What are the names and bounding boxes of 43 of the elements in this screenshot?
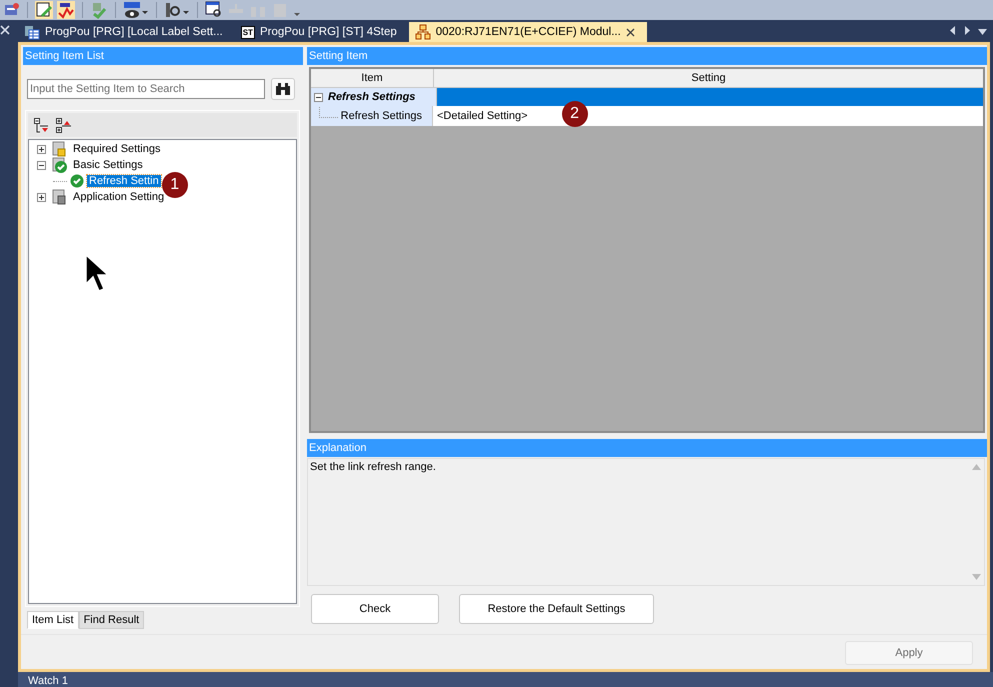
tree-item[interactable]: Refresh Settin [87,175,161,187]
expander-icon[interactable] [37,144,46,154]
expand-all-icon[interactable] [56,118,72,134]
window-search-icon[interactable] [205,1,223,19]
group-label: Refresh Settings [328,91,416,103]
panel-tab[interactable]: Find Result [78,611,144,629]
dropdown-icon[interactable] [978,29,987,35]
panel-title: Setting Item List [23,47,303,65]
expander-icon[interactable] [314,92,323,102]
check-icon [70,174,84,188]
panel-tab[interactable]: Item List [27,611,79,629]
panel-title: Watch 1 [27,675,68,687]
tree-item[interactable]: Required Settings [71,143,162,155]
panel-title: Explanation [307,438,987,457]
explanation-text: Set the link refresh range. [309,460,437,475]
callout-marker: 2 [562,101,588,127]
expander-icon[interactable] [37,192,46,202]
document-tab[interactable]: ProgPou [PRG] [Local Label Sett... [18,22,235,42]
document-tab[interactable]: ST ProgPou [PRG] [ST] 4Step [234,22,409,42]
panel-title: Setting Item [307,47,987,65]
io-check-icon[interactable] [57,1,75,19]
column-header: Setting [690,71,727,86]
search-field[interactable]: Input the Setting Item to Search [27,79,265,99]
setting-cell[interactable]: <Detailed Setting> [437,110,528,122]
close-icon[interactable] [626,28,635,36]
scroll-right-icon[interactable] [964,26,970,35]
tree-item[interactable]: Basic Settings [71,159,145,171]
column-header: Item [311,69,434,87]
basic-settings-icon [50,156,68,174]
monitor-icon[interactable] [123,1,149,19]
network-icon [414,24,431,40]
action-button[interactable]: Check [311,594,439,624]
action-button[interactable]: Restore the Default Settings [459,594,654,624]
edit-icon[interactable] [35,1,53,19]
item-cell: Refresh Settings [340,110,422,122]
find-button[interactable] [271,78,295,100]
application-settings-icon [50,188,68,206]
collapse-all-icon[interactable] [34,118,50,134]
table-icon [24,24,40,40]
document-tab[interactable]: 0020:RJ71EN71(E+CCIEF) Modul... [408,22,647,42]
scroll-left-icon[interactable] [950,26,956,35]
expander-icon[interactable] [37,160,46,170]
st-badge: ST [240,26,255,38]
